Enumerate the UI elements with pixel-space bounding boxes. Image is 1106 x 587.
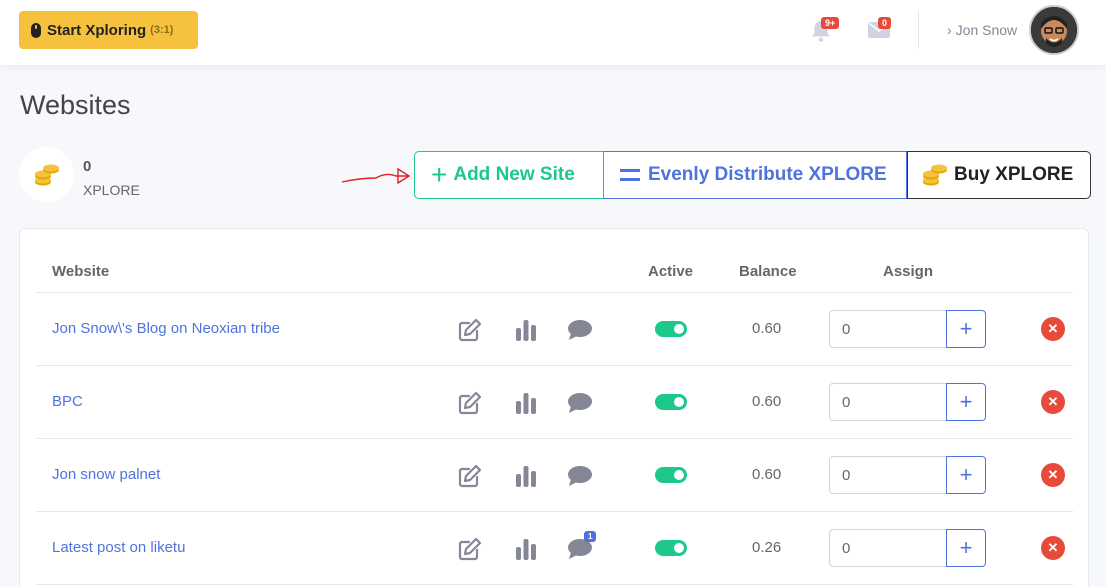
site-balance: 0.60: [752, 466, 782, 483]
user-menu[interactable]: › Jon Snow: [947, 22, 1017, 38]
wallet-coin-badge: [19, 147, 74, 202]
page-title: Websites: [20, 90, 131, 120]
add-new-site-label: Add New Site: [453, 164, 575, 185]
stats-bars-icon[interactable]: [515, 537, 537, 561]
plus-icon: +: [431, 159, 448, 190]
site-actions-group: + Add New Site Evenly Distribute XPLORE …: [414, 151, 1091, 199]
website-link[interactable]: Jon Snow\'s Blog on Neoxian tribe: [52, 320, 280, 337]
assign-add-button[interactable]: +: [946, 529, 986, 567]
active-toggle[interactable]: [655, 467, 687, 483]
notifications-badge: 9+: [821, 17, 840, 29]
user-name: Jon Snow: [955, 22, 1018, 38]
site-balance: 0.26: [752, 539, 782, 556]
stats-bars-icon[interactable]: [515, 464, 537, 488]
top-navbar: Start Xploring (3:1) 9+ 0 › Jon Snow: [0, 0, 1106, 65]
edit-icon[interactable]: [457, 317, 483, 343]
active-toggle[interactable]: [655, 394, 687, 410]
comment-icon[interactable]: [567, 319, 593, 341]
assign-input[interactable]: [829, 310, 947, 348]
avatar-face-icon: [1031, 7, 1077, 53]
delete-site-button[interactable]: ✕: [1041, 317, 1065, 341]
table-row: Latest post on liketu 1 0.26 + ✕: [36, 512, 1073, 585]
messages-badge: 0: [878, 17, 892, 29]
stats-bars-icon[interactable]: [515, 318, 537, 342]
wallet-unit: XPLORE: [83, 182, 140, 198]
comment-icon[interactable]: [567, 392, 593, 414]
chevron-right-icon: ›: [947, 22, 952, 38]
active-toggle[interactable]: [655, 321, 687, 337]
site-balance: 0.60: [752, 320, 782, 337]
assign-add-button[interactable]: +: [946, 383, 986, 421]
topbar-divider: [918, 11, 919, 49]
wallet-balance: 0: [83, 158, 92, 175]
table-row: Jon snow palnet 0.60 + ✕: [36, 439, 1073, 512]
header-active: Active: [648, 263, 694, 280]
start-xploring-label: Start Xploring: [47, 21, 147, 39]
assign-input[interactable]: [829, 456, 947, 494]
header-balance: Balance: [739, 263, 797, 280]
delete-site-button[interactable]: ✕: [1041, 463, 1065, 487]
assign-input[interactable]: [829, 529, 947, 567]
delete-site-button[interactable]: ✕: [1041, 390, 1065, 414]
evenly-distribute-button[interactable]: Evenly Distribute XPLORE: [604, 151, 907, 199]
mouse-icon: [31, 22, 41, 38]
avatar[interactable]: [1029, 5, 1079, 55]
delete-site-button[interactable]: ✕: [1041, 536, 1065, 560]
equals-icon: [620, 169, 640, 181]
edit-icon[interactable]: [457, 390, 483, 416]
assign-add-button[interactable]: +: [946, 456, 986, 494]
site-balance: 0.60: [752, 393, 782, 410]
stats-bars-icon[interactable]: [515, 391, 537, 415]
coins-icon: [923, 164, 947, 186]
assign-add-button[interactable]: +: [946, 310, 986, 348]
website-link[interactable]: Jon snow palnet: [52, 466, 160, 483]
start-xploring-ratio: (3:1): [150, 24, 174, 36]
header-website: Website: [52, 263, 110, 280]
start-xploring-button[interactable]: Start Xploring (3:1): [19, 11, 198, 49]
edit-icon[interactable]: [457, 536, 483, 562]
buy-xplore-label: Buy XPLORE: [954, 164, 1074, 185]
coins-icon: [34, 164, 59, 185]
table-row: BPC 0.60 + ✕: [36, 366, 1073, 439]
buy-xplore-button[interactable]: Buy XPLORE: [907, 151, 1091, 199]
website-link[interactable]: Latest post on liketu: [52, 539, 185, 556]
comment-icon[interactable]: [567, 465, 593, 487]
edit-icon[interactable]: [457, 463, 483, 489]
website-link[interactable]: BPC: [52, 393, 83, 410]
red-arrow-annotation: [341, 167, 411, 185]
active-toggle[interactable]: [655, 540, 687, 556]
evenly-distribute-label: Evenly Distribute XPLORE: [648, 164, 887, 185]
comment-count-badge: 1: [584, 531, 597, 542]
header-assign: Assign: [883, 263, 934, 280]
assign-input[interactable]: [829, 383, 947, 421]
table-row: Jon Snow\'s Blog on Neoxian tribe 0.60 +…: [36, 293, 1073, 366]
add-new-site-button[interactable]: + Add New Site: [414, 151, 604, 199]
